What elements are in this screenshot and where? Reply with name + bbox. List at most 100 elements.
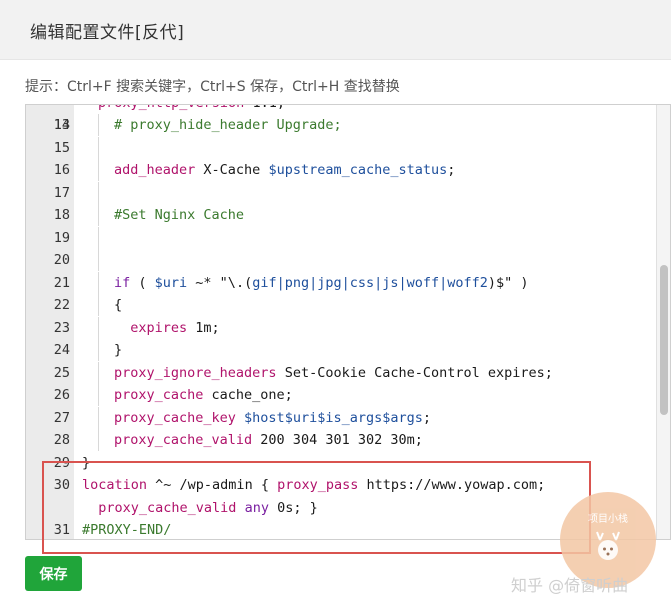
code-token: proxy_cache [114, 387, 204, 403]
line-number: 25 [53, 364, 70, 381]
code-token: proxy_cache_valid [114, 432, 253, 448]
line-number: 19 [53, 229, 70, 246]
code-token: proxy_ignore_headers [114, 364, 277, 381]
line-number: 20 [53, 252, 70, 268]
vertical-scrollbar[interactable] [656, 105, 670, 539]
code-token: #PROXY-END/ [82, 522, 172, 538]
code-token: any [236, 499, 269, 516]
line-number: 24 [53, 342, 70, 358]
code-text: location ^~ /wp-admin { proxy_pass https… [82, 474, 545, 496]
code-token: ~* "\.( [187, 274, 253, 291]
code-token: { [114, 297, 123, 313]
code-token: ; [447, 162, 456, 178]
code-token: https://www.yowap.com; [358, 477, 546, 493]
code-token: cache_one; [203, 387, 293, 403]
save-button[interactable]: 保存 [25, 556, 82, 591]
code-token: )$" ) [487, 274, 529, 291]
code-text: # proxy_hide_header Upgrade; [82, 114, 342, 136]
code-line: 22 { [26, 294, 658, 316]
dialog-title: 编辑配置文件[反代] [30, 23, 185, 43]
line-number: 26 [53, 387, 70, 403]
code-line: 19 [26, 226, 658, 249]
code-token: if [114, 274, 131, 291]
code-token: # proxy_hide_header Upgrade; [114, 117, 342, 133]
line-number: 31 [53, 522, 70, 538]
line-number: 29 [53, 454, 70, 471]
code-line: 16 add_header X-Cache $upstream_cache_sta… [26, 159, 658, 181]
badge-label: 项目小栈 [588, 514, 628, 525]
code-text: #Set Nginx Cache [82, 204, 244, 226]
line-number: 22 [53, 297, 70, 313]
code-token: proxy_cache_key [114, 409, 236, 426]
code-text: proxy_cache_key $host$uri$is_args$args; [82, 407, 431, 429]
code-text: proxy_cache_valid any 0s; } [82, 497, 318, 519]
code-token: $upstream_cache_status [268, 162, 448, 178]
line-number: 15 [53, 139, 70, 156]
code-token: 200 304 301 302 30m; [252, 432, 423, 448]
code-line: 24} [26, 339, 658, 361]
code-editor[interactable]: 13 proxy_http_version 1.1; 14 # proxy_hid… [25, 104, 671, 540]
shortcut-hint: 提示：Ctrl+F 搜索关键字，Ctrl+S 保存，Ctrl+H 查找替换 [25, 79, 400, 95]
line-number: 28 [53, 432, 70, 448]
code-token: proxy_pass [277, 477, 359, 493]
code-token: ; [422, 409, 431, 426]
code-line: 30 location ^~ /wp-admin { proxy_pass htt… [26, 474, 658, 496]
dialog-header: 编辑配置文件[反代] [0, 0, 671, 60]
code-token: ^~ /wp-admin { [147, 477, 278, 493]
code-text: } [82, 452, 90, 474]
code-token: X-Cache [195, 162, 269, 178]
code-token: } [82, 454, 91, 471]
code-text: expires 1m; [82, 317, 220, 339]
code-line: 21 if ( $uri ~* "\.(gif|png|jpg|css|js|wo… [26, 271, 658, 294]
code-token: expires [114, 319, 188, 336]
code-token: gif|png|jpg|css|js|woff|woff2 [252, 274, 488, 291]
deer-icon [596, 531, 620, 560]
code-token: 1m; [187, 319, 220, 336]
code-text: proxy_http_version 1.1; [82, 105, 285, 114]
code-line-partial: 13 proxy_http_version 1.1; [26, 105, 658, 133]
line-number: 21 [53, 274, 70, 291]
line-number: 27 [53, 409, 70, 426]
code-lines[interactable]: 13 proxy_http_version 1.1; 14 # proxy_hid… [26, 105, 658, 539]
code-line: 25 proxy_ignore_headers Set-Cookie Cache-… [26, 361, 658, 384]
code-token: 0s; } [268, 499, 318, 516]
code-line: 27 proxy_cache_key $host$uri$is_args$args… [26, 406, 658, 429]
watermark-text: 知乎 @倚窗听曲 [511, 576, 629, 595]
line-number: 14 [53, 117, 70, 133]
line-number: 17 [53, 184, 70, 201]
code-line: 23 expires 1m; [26, 316, 658, 339]
code-token: $uri [154, 274, 188, 291]
code-text: add_header X-Cache $upstream_cache_statu… [82, 159, 455, 181]
code-line: 26 proxy_cache cache_one; [26, 384, 658, 406]
code-text: proxy_cache cache_one; [82, 384, 293, 406]
code-token: add_header [114, 162, 196, 178]
code-text: proxy_cache_valid 200 304 301 302 30m; [82, 429, 423, 451]
code-token: $host$uri$is_args$args [235, 409, 423, 426]
code-line: 28 proxy_cache_valid 200 304 301 302 30m; [26, 429, 658, 451]
line-number: 18 [53, 207, 70, 223]
code-line: 18 #Set Nginx Cache [26, 204, 658, 226]
scroll-thumb[interactable] [660, 265, 668, 415]
code-text: { [82, 294, 122, 316]
code-token: Set-Cookie Cache-Control expires; [276, 364, 553, 381]
line-number: 16 [53, 162, 70, 178]
code-token: proxy_cache_valid [82, 499, 237, 516]
code-line: 15 [26, 136, 658, 159]
code-text: if ( $uri ~* "\.(gif|png|jpg|css|js|woff… [82, 272, 529, 294]
code-token: location [82, 477, 148, 493]
code-line: 14 # proxy_hide_header Upgrade; [26, 114, 658, 136]
code-token: #Set Nginx Cache [114, 207, 245, 223]
line-number: 23 [53, 319, 70, 336]
code-text: #PROXY-END/ [82, 519, 172, 539]
code-line: 17 [26, 181, 658, 204]
code-line: 20 [26, 249, 658, 271]
code-text: proxy_ignore_headers Set-Cookie Cache-Co… [82, 362, 553, 384]
code-token: } [114, 342, 123, 358]
code-token: ( [130, 274, 155, 291]
code-line: 29} [26, 452, 658, 474]
code-text: } [82, 339, 122, 361]
